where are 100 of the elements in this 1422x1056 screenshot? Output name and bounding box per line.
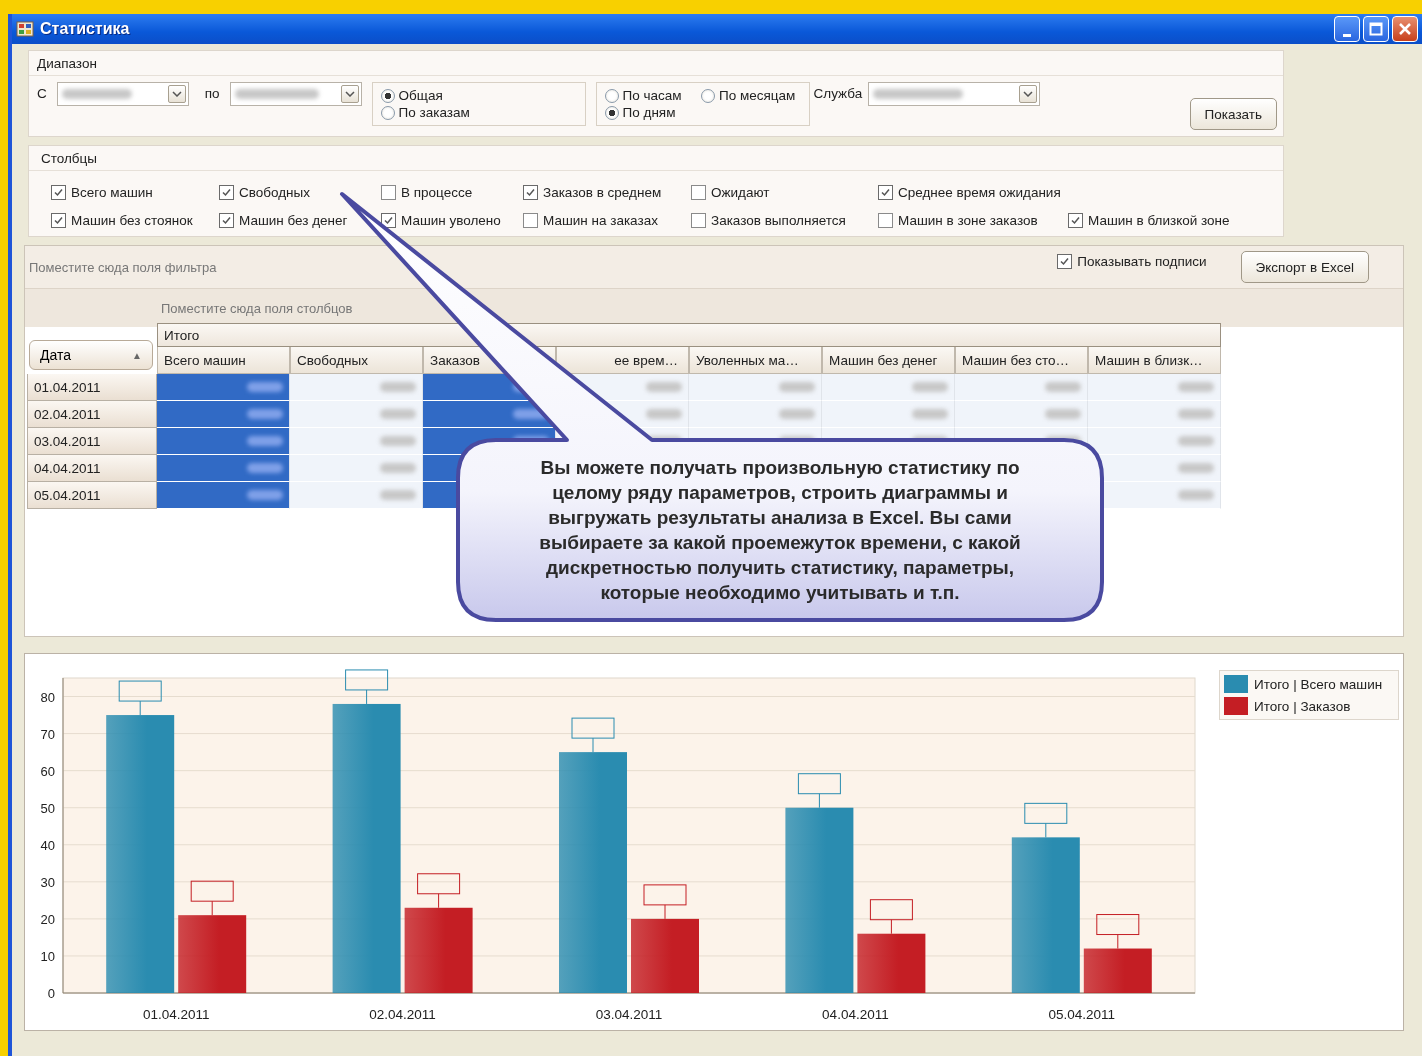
data-label-frame	[1096, 914, 1140, 950]
checkbox[interactable]	[691, 185, 706, 200]
window-title: Статистика	[40, 20, 130, 38]
blurred-value	[380, 490, 416, 500]
maximize-button[interactable]	[1363, 16, 1389, 42]
checkbox-option[interactable]: Машин без денег	[219, 213, 381, 228]
radio-option[interactable]: Общая	[380, 88, 577, 103]
checkbox-option[interactable]: Ожидают	[691, 185, 878, 200]
callout-text: Вы можете получать произвольную статистику по целому ряду параметров, строить диаграммы и выгружать результаты анализа в Excel. Вы сами выбираете за какой проемежуток времени, с какой дискретностью получить статистику, параметры, которые необходимо учитывать и т.п.	[538, 456, 1022, 605]
chevron-down-icon	[1023, 91, 1034, 97]
row-header[interactable]: 03.04.2011	[27, 428, 157, 455]
checkbox-option[interactable]: Показывать подписи	[1057, 254, 1207, 269]
blurred-value	[912, 409, 948, 419]
checkbox[interactable]	[219, 213, 234, 228]
blurred-value	[779, 382, 815, 392]
axis-category-label: 03.04.2011	[595, 1007, 663, 1022]
row-header[interactable]: 04.04.2011	[27, 455, 157, 482]
radio-option[interactable]: По дням	[604, 105, 687, 120]
checkbox[interactable]	[51, 213, 66, 228]
data-label-frame	[118, 680, 162, 716]
blurred-value	[380, 382, 416, 392]
check-icon	[221, 215, 232, 226]
checkbox[interactable]	[1057, 254, 1073, 269]
minimize-icon	[1343, 33, 1351, 37]
checkbox-option[interactable]: Среднее время ожидания	[878, 185, 1068, 200]
check-icon	[525, 187, 536, 198]
checkbox[interactable]	[523, 185, 538, 200]
legend-label: Итого | Заказов	[1254, 698, 1351, 714]
blurred-value	[61, 89, 132, 99]
axis-category-label: 01.04.2011	[142, 1007, 210, 1022]
column-header[interactable]: Уволенных ма…	[689, 347, 822, 374]
blurred-value	[646, 382, 682, 392]
column-header[interactable]: Всего машин	[157, 347, 290, 374]
close-button[interactable]	[1392, 16, 1418, 42]
check-icon	[53, 215, 64, 226]
legend-label: Итого | Всего машин	[1254, 676, 1383, 692]
axis-category-label: 02.04.2011	[369, 1007, 436, 1022]
axis-category-label: 05.04.2011	[1048, 1007, 1116, 1022]
checkbox-option[interactable]: Заказов в среднем	[523, 185, 691, 200]
column-group-header[interactable]: Итого	[157, 323, 1221, 347]
radio-option[interactable]: По часам	[604, 88, 687, 103]
checkbox[interactable]	[878, 185, 893, 200]
blurred-value	[1045, 382, 1081, 392]
axis-tick-label: 0	[47, 986, 55, 1001]
check-icon	[1070, 215, 1081, 226]
blurred-value	[1178, 409, 1214, 419]
maximize-icon	[1369, 22, 1383, 36]
field-label: по	[204, 86, 220, 101]
axis-category-label: 04.04.2011	[822, 1007, 889, 1022]
checkbox-option[interactable]: Машин без стоянок	[51, 213, 219, 228]
checkbox-option[interactable]: Машин в близкой зоне	[1068, 213, 1283, 228]
data-label-frame	[869, 899, 913, 935]
data-label-frame	[643, 884, 687, 920]
checkbox-option[interactable]: Машин в зоне заказов	[878, 213, 1068, 228]
radio-option[interactable]: По заказам	[380, 105, 577, 120]
bar	[857, 933, 926, 993]
blurred-value	[1178, 382, 1214, 392]
check-icon	[880, 187, 891, 198]
checkbox[interactable]	[381, 185, 396, 200]
axis-tick-label: 20	[40, 911, 55, 927]
checkbox-option[interactable]: Свободных	[219, 185, 381, 200]
checkbox[interactable]	[878, 213, 893, 228]
date-dropdown[interactable]	[56, 82, 189, 106]
checkbox[interactable]	[691, 213, 706, 228]
blurred-value	[247, 436, 283, 446]
row-header[interactable]: 01.04.2011	[27, 374, 157, 401]
blurred-value	[380, 463, 416, 473]
field-label: С	[37, 86, 47, 101]
data-label-frame	[1024, 802, 1068, 838]
checkbox-option[interactable]: Всего машин	[51, 185, 219, 200]
blurred-value	[1178, 490, 1214, 500]
export-button[interactable]: Экспорт в Excel	[1240, 251, 1369, 283]
axis-tick-label: 70	[40, 726, 55, 742]
date-field-header[interactable]: Дата ▲	[29, 340, 153, 370]
blurred-value	[779, 409, 815, 419]
checkbox-option[interactable]: Машин на заказах	[523, 213, 691, 228]
checkbox-option[interactable]: В процессе	[381, 185, 523, 200]
column-header[interactable]: Машин в близк…	[1088, 347, 1221, 374]
minimize-button[interactable]	[1334, 16, 1360, 42]
blurred-value	[247, 490, 283, 500]
checkbox[interactable]	[219, 185, 234, 200]
column-header[interactable]: Машин без денег	[822, 347, 955, 374]
blurred-value	[247, 382, 283, 392]
filter-drop-hint: Поместите сюда поля фильтра	[29, 259, 217, 275]
row-header[interactable]: 02.04.2011	[27, 401, 157, 428]
checkbox[interactable]	[51, 185, 66, 200]
check-icon	[53, 187, 64, 198]
column-header[interactable]: ее врем…	[556, 347, 689, 374]
data-label-frame	[571, 717, 615, 753]
axis-tick-label: 40	[40, 837, 55, 853]
group-title: Диапазон	[37, 55, 97, 71]
checkbox[interactable]	[523, 213, 538, 228]
radio-option[interactable]: По месяцам	[700, 88, 801, 103]
date-dropdown[interactable]	[229, 82, 362, 106]
checkbox[interactable]	[1068, 213, 1083, 228]
column-header[interactable]: Свободных	[290, 347, 423, 374]
column-header[interactable]: Машин без сто…	[955, 347, 1088, 374]
show-button[interactable]: Показать	[1189, 98, 1277, 130]
checkbox-option[interactable]: Заказов выполняется	[691, 213, 878, 228]
row-header[interactable]: 05.04.2011	[27, 482, 157, 509]
